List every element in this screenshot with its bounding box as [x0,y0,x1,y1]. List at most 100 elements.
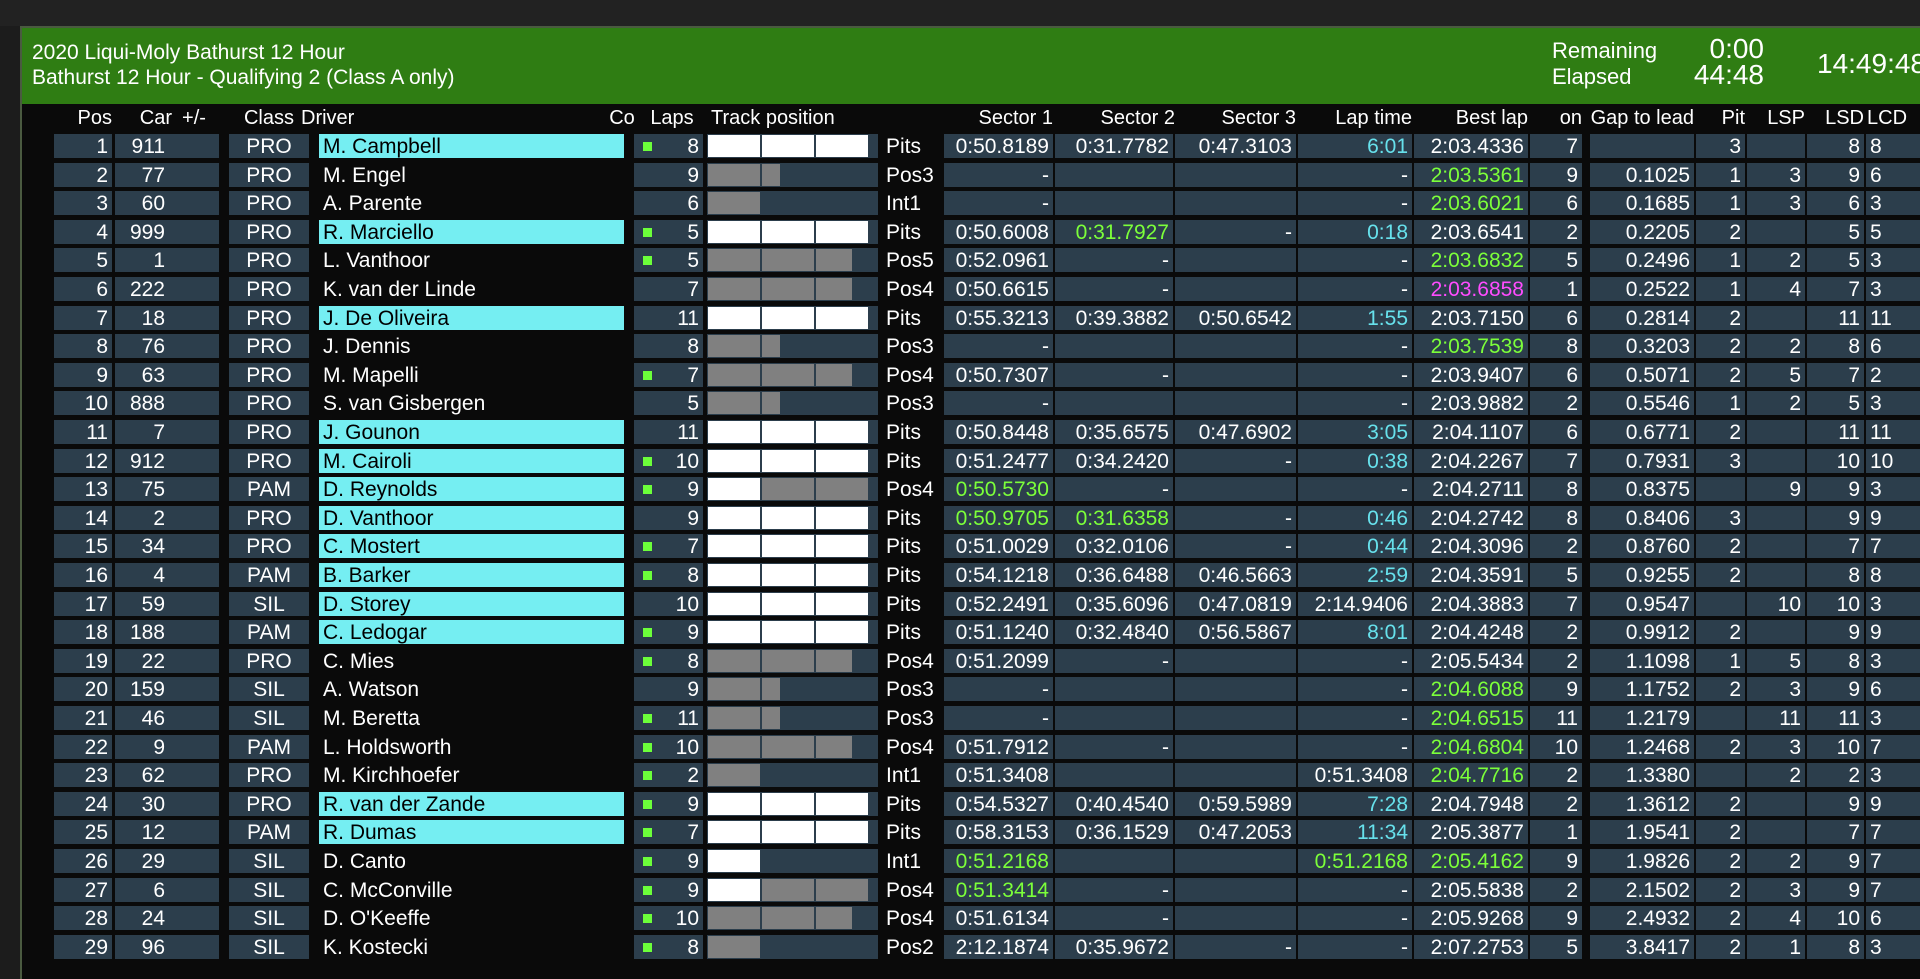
plusminus-cell [169,820,219,845]
col-bestlap[interactable]: Best lap [1414,104,1528,131]
location-cell: Pits [886,592,922,616]
col-car[interactable]: Car [112,104,172,131]
table-row[interactable]: 6 222 PRO 7 Pos4 0:50.6615- -2:03.6858 1 0.2522 1… [22,275,1920,304]
table-row[interactable]: 26 29 SIL 9 Int1 0:51.2168 0:51.2168 2:05.4162 9… [22,847,1920,876]
sector1-cell: 0:50.8448 [944,420,1053,444]
class-cell: PRO [229,420,309,444]
table-row[interactable]: 28 24 SIL 10 Pos4 0:51.6134- -2:05.9268 9 2.4932… [22,904,1920,933]
driver-cell[interactable]: K. van der Linde [319,277,624,301]
driver-cell[interactable]: M. Engel [319,163,624,187]
driver-cell[interactable]: C. Mostert [319,534,624,559]
driver-cell[interactable]: D. Storey [319,591,624,616]
location-cell: Pits [886,564,922,587]
col-lcd[interactable]: LCD [1867,104,1907,131]
driver-cell[interactable]: M. Campbell [319,134,624,158]
bestlap-cell: 2:03.6541 [1414,219,1528,244]
driver-cell[interactable]: B. Barker [319,563,624,587]
driver-cell[interactable]: A. Watson [319,677,624,701]
table-row[interactable]: 7 18 PRO 11 Pits 0:55.3213 0:39.3882 0:50.6542 1… [22,304,1920,333]
driver-cell[interactable]: C. McConville [319,878,624,902]
col-co[interactable]: Co [607,104,637,131]
track-sector-segment [708,621,760,644]
col-class[interactable]: Class [229,104,309,131]
on-lap-cell: 9 [1530,677,1582,702]
location-cell: Int1 [886,764,922,788]
col-pit[interactable]: Pit [1693,104,1745,131]
driver-cell[interactable]: M. Beretta [319,706,624,730]
on-lap-cell: 2 [1530,391,1582,416]
table-row[interactable]: 18 188 PAM 9 Pits 0:51.1240 0:32.4840 0:56.5867… [22,618,1920,647]
on-lap-cell: 10 [1530,734,1582,759]
table-row[interactable]: 4 999 PRO 5 Pits 0:50.6008 0:31.7927-0:18 2:03.… [22,218,1920,247]
col-driver[interactable]: Driver [301,104,354,131]
table-row[interactable]: 5 1 PRO 5 Pos5 0:52.0961- -2:03.6832 5 0.2496 1 2 5… [22,246,1920,275]
table-row[interactable]: 23 62 PRO 2 Int1 0:51.3408 0:51.3408 2:04.7716 2… [22,761,1920,790]
driver-cell[interactable]: M. Kirchhoefer [319,763,624,787]
col-laps[interactable]: Laps [642,104,702,131]
table-row[interactable]: 21 46 SIL 11 Pos3- -2:04.6515 11 1.2179 11 11 3 M. … [22,704,1920,733]
col-lsd[interactable]: LSD [1803,104,1864,131]
lsp-cell: 4 [1747,906,1805,931]
table-row[interactable]: 16 4 PAM 8 Pits 0:54.1218 0:36.6488 0:46.5663 2:… [22,561,1920,590]
table-row[interactable]: 1 911 PRO 8 Pits 0:50.8189 0:31.7782 0:47.3103 6… [22,132,1920,161]
table-row[interactable]: 11 7 PRO 11 Pits 0:50.8448 0:35.6575 0:47.6902 3… [22,418,1920,447]
table-row[interactable]: 10 888 PRO 5 Pos3- -2:03.9882 2 0.5546 1 2 5 3 S. va… [22,389,1920,418]
table-row[interactable]: 3 60 PRO 6 Int1- -2:03.6021 6 0.1685 1 3 6 3 A. Pare… [22,189,1920,218]
table-row[interactable]: 24 30 PRO 9 Pits 0:54.5327 0:40.4540 0:59.5989 7… [22,790,1920,819]
driver-cell[interactable]: M. Mapelli [319,363,624,387]
driver-cell[interactable]: D. Reynolds [319,477,624,502]
track-position-bar [707,391,878,416]
driver-cell[interactable]: J. De Oliveira [319,305,624,330]
driver-cell[interactable]: R. van der Zande [319,791,624,816]
col-gap[interactable]: Gap to lead [1582,104,1694,131]
col-track-position[interactable]: Track position [711,104,835,131]
col-pos[interactable]: Pos [54,104,112,131]
driver-cell[interactable]: K. Kostecki [319,935,624,959]
driver-cell[interactable]: C. Ledogar [319,620,624,645]
col-sector2[interactable]: Sector 2 [1055,104,1175,131]
pit-count-cell [1696,591,1745,616]
table-row[interactable]: 2 77 PRO 9 Pos3- -2:03.5361 9 0.1025 1 3 9 6 M. Enge… [22,161,1920,190]
col-sector3[interactable]: Sector 3 [1175,104,1296,131]
col-plusminus[interactable]: +/- [169,104,219,131]
sector1-cell: 0:50.8189 [944,134,1053,158]
co-driver-indicator [634,763,660,788]
table-row[interactable]: 8 76 PRO 8 Pos3- -2:03.7539 8 0.3203 2 2 8 6 J. Denn… [22,332,1920,361]
col-sector1[interactable]: Sector 1 [929,104,1053,131]
class-cell: PRO [229,391,309,416]
table-row[interactable]: 15 34 PRO 7 Pits 0:51.0029 0:32.0106-0:44 2:04.… [22,532,1920,561]
lsp-cell [1747,791,1805,816]
track-sector-segment [816,821,868,844]
car-cell: 4 [115,563,169,587]
table-row[interactable]: 20 159 SIL 9 Pos3- -2:04.6088 9 1.1752 2 3 9 6 A. Wa… [22,675,1920,704]
driver-cell[interactable]: J. Gounon [319,420,624,444]
sector1-cell: 0:50.6615 [944,277,1053,301]
driver-cell[interactable]: M. Cairoli [319,448,624,473]
table-row[interactable]: 22 9 PAM 10 Pos4 0:51.7912- -2:04.6804 10 1.2468… [22,733,1920,762]
table-row[interactable]: 17 59 SIL 10 Pits 0:52.2491 0:35.6096 0:47.0819… [22,590,1920,619]
laptime-cell: 3:05 [1298,420,1412,444]
driver-cell[interactable]: D. Canto [319,849,624,873]
driver-cell[interactable]: R. Marciello [319,219,624,244]
table-row[interactable]: 9 63 PRO 7 Pos4 0:50.7307- -2:03.9407 6 0.5071 2 5… [22,361,1920,390]
driver-cell[interactable]: R. Dumas [319,820,624,845]
driver-cell[interactable]: D. Vanthoor [319,505,624,530]
driver-cell[interactable]: D. O'Keeffe [319,906,624,930]
driver-cell[interactable]: C. Mies [319,649,624,673]
pit-count-cell: 2 [1696,849,1745,873]
col-on[interactable]: on [1528,104,1582,131]
driver-cell[interactable]: L. Holdsworth [319,735,624,759]
table-row[interactable]: 27 6 SIL 9 Pos4 0:51.3414- -2:05.5838 2 2.1502 2 3… [22,876,1920,905]
col-lsp[interactable]: LSP [1743,104,1805,131]
col-laptime[interactable]: Lap time [1298,104,1412,131]
driver-cell[interactable]: J. Dennis [319,334,624,358]
driver-cell[interactable]: S. van Gisbergen [319,391,624,415]
table-row[interactable]: 12 912 PRO 10 Pits 0:51.2477 0:34.2420-0:38 2:0… [22,447,1920,476]
table-row[interactable]: 19 22 PRO 8 Pos4 0:51.2099- -2:05.5434 2 1.1098 1… [22,647,1920,676]
driver-cell[interactable]: L. Vanthoor [319,248,624,272]
table-row[interactable]: 14 2 PRO 9 Pits 0:50.9705 0:31.6358-0:46 2:04.2… [22,504,1920,533]
driver-cell[interactable]: A. Parente [319,191,624,215]
table-row[interactable]: 25 12 PAM 7 Pits 0:58.3153 0:36.1529 0:47.2053 1… [22,818,1920,847]
table-row[interactable]: 29 96 SIL 8 Pos2 2:12.1874 0:35.9672- -2:07.275… [22,933,1920,962]
table-row[interactable]: 13 75 PAM 9 Pos4 0:50.5730- -2:04.2711 8 0.8375 9… [22,475,1920,504]
